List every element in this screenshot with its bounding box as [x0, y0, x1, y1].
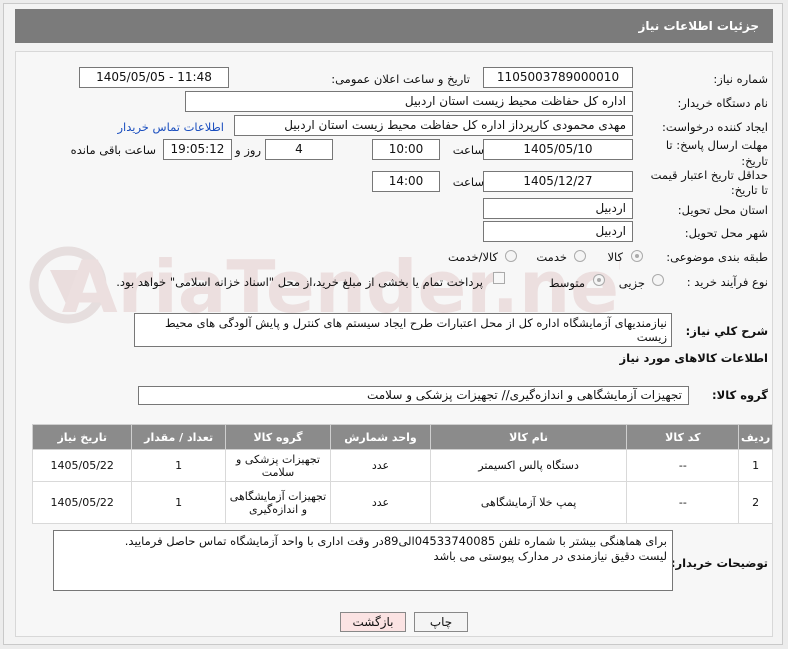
announce-date-label: تاریخ و ساعت اعلان عمومی: [331, 72, 470, 86]
province-label: استان محل تحویل: [677, 203, 768, 217]
goods-group-label: گروه کالا: [712, 388, 768, 402]
category-option-goods: کالا [607, 250, 623, 264]
cell-group: تجهیزات پزشکی و سلامت [224, 449, 332, 482]
print-button[interactable]: چاپ [414, 612, 468, 632]
goods-group-field: تجهیزات آزمایشگاهی و اندازه‌گیری// تجهیز… [138, 386, 689, 405]
time-remaining-label: ساعت باقی مانده [70, 143, 156, 157]
treasury-payment-checkbox[interactable] [493, 272, 505, 284]
buyer-contact-link[interactable]: اطلاعات تماس خریدار [117, 120, 224, 134]
cell-code: -- [626, 449, 740, 482]
validity-time-field: 14:00 [372, 171, 440, 192]
col-code: کد کالا [626, 424, 740, 450]
col-name: نام کالا [429, 424, 628, 450]
deadline-label-line1: مهلت ارسال پاسخ: تا [665, 138, 768, 152]
cell-name: پمپ خلا آزمایشگاهی [429, 481, 628, 524]
days-label: روز و [235, 143, 261, 157]
city-field: اردبیل [483, 221, 633, 242]
buyer-notes-textarea[interactable]: برای هماهنگی بیشتر با شماره تلفن 0453374… [53, 530, 673, 591]
goods-table-header: ردیف کد کالا نام کالا واحد شمارش گروه کا… [31, 424, 773, 450]
creator-label: ایجاد کننده درخواست: [662, 120, 768, 134]
col-group: گروه کالا [224, 424, 332, 450]
process-option-minor: جزیی [618, 276, 645, 290]
announce-date-field: 1405/05/05 - 11:48 [79, 67, 229, 88]
process-type-label: نوع فرآیند خرید : [686, 275, 768, 289]
buyer-notes-label: توضیحات خریدار: [670, 556, 768, 570]
buyer-org-label: نام دستگاه خریدار: [677, 96, 768, 110]
creator-field: مهدی محمودی کارپرداز اداره کل حفاظت محیط… [234, 115, 633, 136]
back-button[interactable]: بازگشت [340, 612, 406, 632]
col-row: ردیف [738, 424, 773, 450]
category-radio-goods[interactable] [631, 250, 643, 262]
deadline-time-field: 10:00 [372, 139, 440, 160]
buyer-notes-line1: برای هماهنگی بیشتر با شماره تلفن 0453374… [124, 534, 667, 548]
deadline-date-field: 1405/05/10 [483, 139, 633, 160]
cell-date: 1405/05/22 [31, 449, 133, 482]
cell-qty: 1 [131, 481, 226, 524]
table-row: 1 -- دستگاه پالس اکسیمتر عدد تجهیزات پزش… [31, 449, 773, 482]
city-label: شهر محل تحویل: [684, 226, 768, 240]
deadline-time-label: ساعت [452, 143, 484, 157]
goods-table: ردیف کد کالا نام کالا واحد شمارش گروه کا… [31, 424, 773, 524]
treasury-payment-note: پرداخت تمام یا بخشی از مبلغ خرید،از محل … [116, 275, 483, 289]
days-remaining-field: 4 [265, 139, 333, 160]
validity-date-field: 1405/12/27 [483, 171, 633, 192]
deadline-label-line2: تاریخ: [741, 154, 768, 168]
process-radio-medium[interactable] [593, 274, 605, 286]
category-label: طبقه بندی موضوعی: [666, 250, 768, 264]
cell-unit: عدد [330, 449, 431, 482]
cell-date: 1405/05/22 [31, 481, 133, 524]
col-date: تاریخ نیاز [31, 424, 133, 450]
price-validity-label-line1: حداقل تاریخ اعتبار قیمت [650, 168, 768, 182]
summary-textarea[interactable]: نیازمندیهای آزمایشگاه اداره کل از محل اع… [134, 313, 672, 347]
time-remaining-field: 19:05:12 [163, 139, 232, 160]
process-radio-minor[interactable] [652, 274, 664, 286]
price-validity-label-line2: تا تاریخ: [730, 183, 768, 197]
province-field: اردبیل [483, 198, 633, 219]
summary-text: نیازمندیهای آزمایشگاه اداره کل از محل اع… [164, 316, 667, 344]
category-option-goods-service: کالا/خدمت [447, 250, 498, 264]
table-row: 2 -- پمپ خلا آزمایشگاهی عدد تجهیزات آزما… [31, 481, 773, 524]
category-radio-service[interactable] [574, 250, 586, 262]
cell-unit: عدد [330, 481, 431, 524]
category-option-service: خدمت [536, 250, 567, 264]
col-unit: واحد شمارش [330, 424, 431, 450]
process-option-medium: متوسط [548, 276, 585, 290]
page-header: جزئیات اطلاعات نیاز [15, 9, 773, 43]
cell-row: 2 [738, 481, 773, 524]
col-qty: تعداد / مقدار [131, 424, 226, 450]
need-number-field: 1105003789000010 [483, 67, 633, 88]
cell-code: -- [626, 481, 740, 524]
buyer-notes-line2: لیست دقیق نیازمندی در مدارک پیوستی می با… [433, 549, 667, 563]
summary-label: شرح کلي نياز: [685, 324, 768, 338]
need-number-label: شماره نیاز: [713, 72, 768, 86]
buyer-org-field: اداره کل حفاظت محیط زیست استان اردبیل [185, 91, 633, 112]
category-radio-goods-service[interactable] [505, 250, 517, 262]
cell-qty: 1 [131, 449, 226, 482]
page-title: جزئیات اطلاعات نیاز [638, 19, 759, 33]
validity-time-label: ساعت [452, 175, 484, 189]
cell-name: دستگاه پالس اکسیمتر [429, 449, 628, 482]
goods-section-title: اطلاعات کالاهای مورد نیاز [619, 351, 768, 365]
cell-row: 1 [738, 449, 773, 482]
cell-group: تجهیزات آزمایشگاهی و اندازه‌گیری [224, 481, 332, 524]
